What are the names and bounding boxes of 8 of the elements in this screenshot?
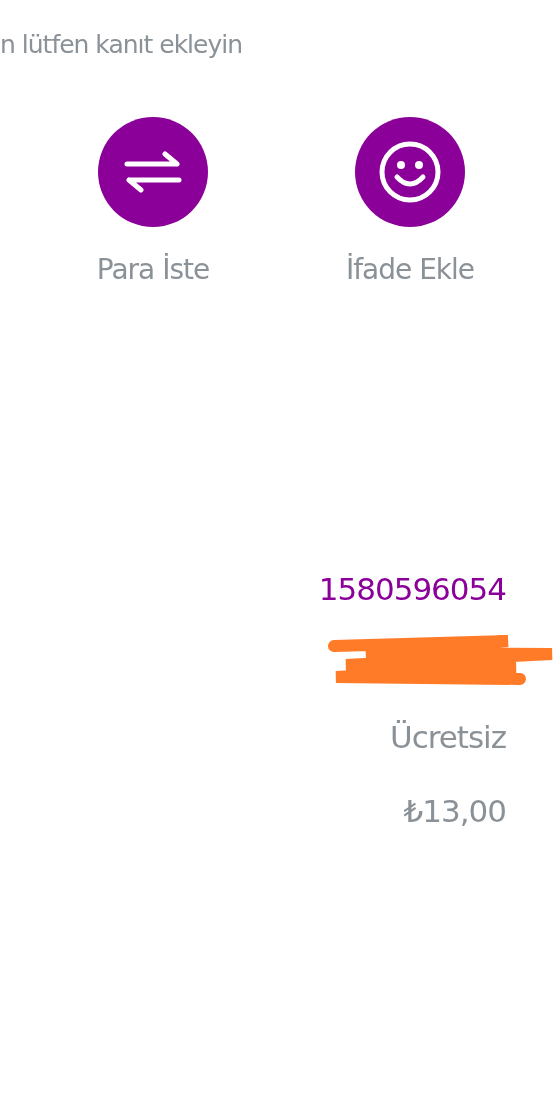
hint-text: n lütfen kanıt ekleyin <box>0 29 244 59</box>
detail-value: ₺13,00 <box>403 793 506 829</box>
smiley-icon <box>378 140 442 204</box>
detail-value: Ücretsiz <box>389 719 506 755</box>
transfer-arrows-icon <box>123 151 183 193</box>
account-number: 1580596054 <box>318 571 506 607</box>
action-label: Para İste <box>96 253 210 286</box>
action-label: İfade Ekle <box>345 253 475 286</box>
